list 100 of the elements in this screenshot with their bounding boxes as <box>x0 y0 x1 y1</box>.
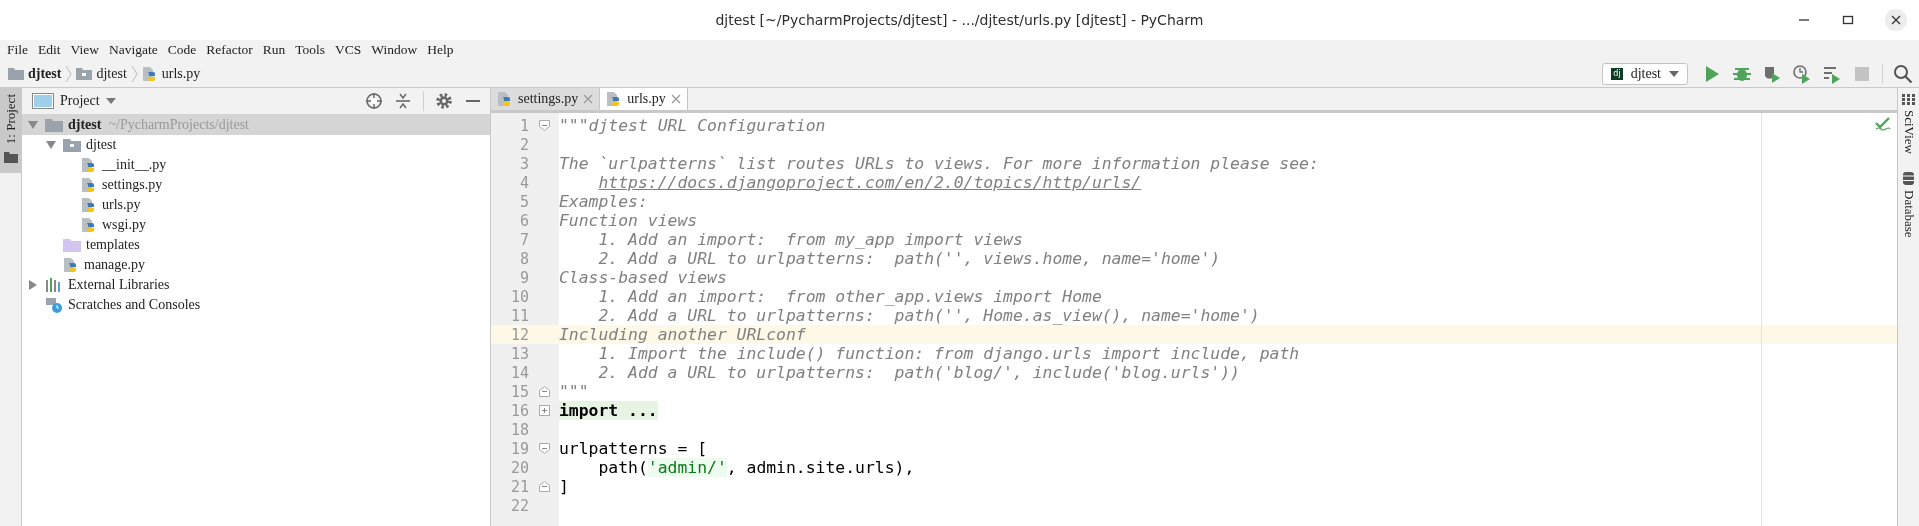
code-line: 1. Add an import: from other_app.views import Home <box>597 287 1102 306</box>
code-line: Including another URLconf <box>559 325 806 344</box>
tree-item[interactable]: Scratches and Consoles <box>22 295 490 315</box>
maximize-icon[interactable] <box>1841 13 1855 27</box>
tree-item[interactable]: djtest ~/PycharmProjects/djtest <box>22 115 490 135</box>
editor-tab[interactable]: urls.py <box>600 88 688 110</box>
dropdown-arrow-icon <box>105 98 116 104</box>
window-icon <box>32 93 54 109</box>
check-icon <box>1875 117 1891 131</box>
crosshair-icon[interactable] <box>365 92 383 110</box>
code-line: """ <box>559 382 589 401</box>
editor-tab[interactable]: settings.py <box>491 88 601 110</box>
tree-item[interactable]: manage.py <box>22 255 490 275</box>
panel-title: Project <box>60 93 100 109</box>
search-icon[interactable] <box>1893 63 1913 84</box>
tree-item[interactable]: templates <box>22 235 490 255</box>
fold-marker-icon[interactable] <box>538 443 550 454</box>
code-line: """djtest URL Configuration <box>559 116 826 135</box>
tree-item[interactable]: wsgi.py <box>22 215 490 235</box>
chevron-icon <box>130 64 138 83</box>
breadcrumb[interactable]: urls.py <box>141 65 201 82</box>
package-folder-icon <box>76 67 93 80</box>
tree-item-label: templates <box>86 237 140 253</box>
folder-icon <box>3 152 18 164</box>
tab-label: settings.py <box>518 91 579 107</box>
code-line: urlpatterns = [ <box>559 439 708 458</box>
folder-icon <box>45 118 63 132</box>
tree-item-label: djtest <box>68 117 102 133</box>
collapsed-arrow-icon[interactable] <box>29 280 37 290</box>
dropdown-arrow-icon <box>1669 70 1679 77</box>
code-line: https://docs.djangoproject.com/en/2.0/topics/http/urls/ <box>597 173 1142 192</box>
expanded-arrow-icon[interactable] <box>28 121 38 129</box>
code-line: 1. Add an import: from my_app import views <box>597 230 1023 249</box>
tree-item-label: settings.py <box>102 177 163 193</box>
tree-item[interactable]: djtest <box>22 135 490 155</box>
tab-label: urls.py <box>627 91 666 107</box>
code-line: Class-based views <box>559 268 727 287</box>
tool-window-label: SciView <box>1900 110 1917 154</box>
fold-marker-icon[interactable] <box>538 481 550 492</box>
menu-item[interactable]: VCS <box>330 42 367 58</box>
grid-icon <box>1902 94 1915 105</box>
python-file-icon <box>63 257 79 273</box>
expanded-arrow-icon[interactable] <box>46 141 56 149</box>
fold-marker-icon[interactable] <box>538 405 550 416</box>
breadcrumb[interactable]: djtest <box>8 65 62 82</box>
chevron-icon <box>65 64 73 83</box>
tree-item[interactable]: External Libraries <box>22 275 490 295</box>
django-badge: dj <box>1611 67 1623 80</box>
tool-window-tab[interactable]: Database <box>1900 172 1917 238</box>
fold-marker-icon[interactable] <box>538 386 550 397</box>
menu-item[interactable]: Refactor <box>201 42 258 58</box>
window-title: djtest [~/PycharmProjects/djtest] - .../djtest/urls.py [djtest] - PyCharm <box>715 12 1204 28</box>
code-line: 2. Add a URL to urlpatterns: path('', Home.as_view(), name='home') <box>597 306 1260 325</box>
tree-item[interactable]: urls.py <box>22 195 490 215</box>
code-line: 1. Import the include() function: from django.urls import include, path <box>597 344 1300 363</box>
tree-item-label: urls.py <box>102 197 141 213</box>
python-file-icon <box>497 91 513 107</box>
database-icon <box>1903 172 1914 185</box>
close-icon[interactable] <box>1885 9 1907 31</box>
scratch-clock-icon <box>45 297 63 313</box>
clock-play-icon[interactable] <box>1792 63 1812 84</box>
folder-icon <box>8 67 24 80</box>
menu-item[interactable]: Code <box>162 42 202 58</box>
code-line: Function views <box>559 211 698 230</box>
tool-window-tab[interactable]: SciView <box>1900 94 1917 154</box>
python-file-icon <box>81 157 97 173</box>
tree-item-label: External Libraries <box>68 277 170 293</box>
menu-item[interactable]: Help <box>422 42 459 58</box>
tree-item[interactable]: settings.py <box>22 175 490 195</box>
settings-icon[interactable] <box>435 92 453 110</box>
collapse-all-icon[interactable] <box>394 92 412 110</box>
menu-item[interactable]: File <box>2 42 33 58</box>
menu-item[interactable]: Tools <box>290 42 330 58</box>
menu-item[interactable]: Edit <box>33 42 66 58</box>
breadcrumb-label: djtest <box>96 65 127 82</box>
library-icon <box>45 278 63 292</box>
tool-window-tab[interactable]: 1: Project <box>0 88 21 174</box>
menu-item[interactable]: Navigate <box>103 42 163 58</box>
menu-item[interactable]: Run <box>257 42 291 58</box>
run-configuration-label: djtest <box>1630 65 1661 82</box>
tool-window-label: Database <box>1900 190 1917 238</box>
python-file-icon <box>81 177 97 193</box>
python-file-icon <box>81 197 97 213</box>
python-file-icon <box>81 217 97 233</box>
code-line: 2. Add a URL to urlpatterns: path('blog/', include('blog.urls')) <box>597 363 1240 382</box>
breadcrumb-label: djtest <box>28 65 62 82</box>
python-file-icon <box>141 65 158 82</box>
project-view-dropdown[interactable]: Project <box>32 93 116 109</box>
package-folder-icon <box>63 138 81 152</box>
tree-item-label: __init__.py <box>102 157 167 173</box>
breadcrumb[interactable]: djtest <box>76 65 127 82</box>
fold-marker-icon[interactable] <box>538 120 550 131</box>
run-configuration-dropdown[interactable]: dj djtest <box>1602 62 1688 85</box>
folder-icon <box>63 238 81 252</box>
tree-item-label: manage.py <box>84 257 146 273</box>
menu-item[interactable]: Window <box>366 42 423 58</box>
code-line: 2. Add a URL to urlpatterns: path('', views.home, name='home') <box>597 249 1221 268</box>
tree-item-label: djtest <box>86 137 117 153</box>
tree-item[interactable]: __init__.py <box>22 155 490 175</box>
menu-item[interactable]: View <box>65 42 104 58</box>
